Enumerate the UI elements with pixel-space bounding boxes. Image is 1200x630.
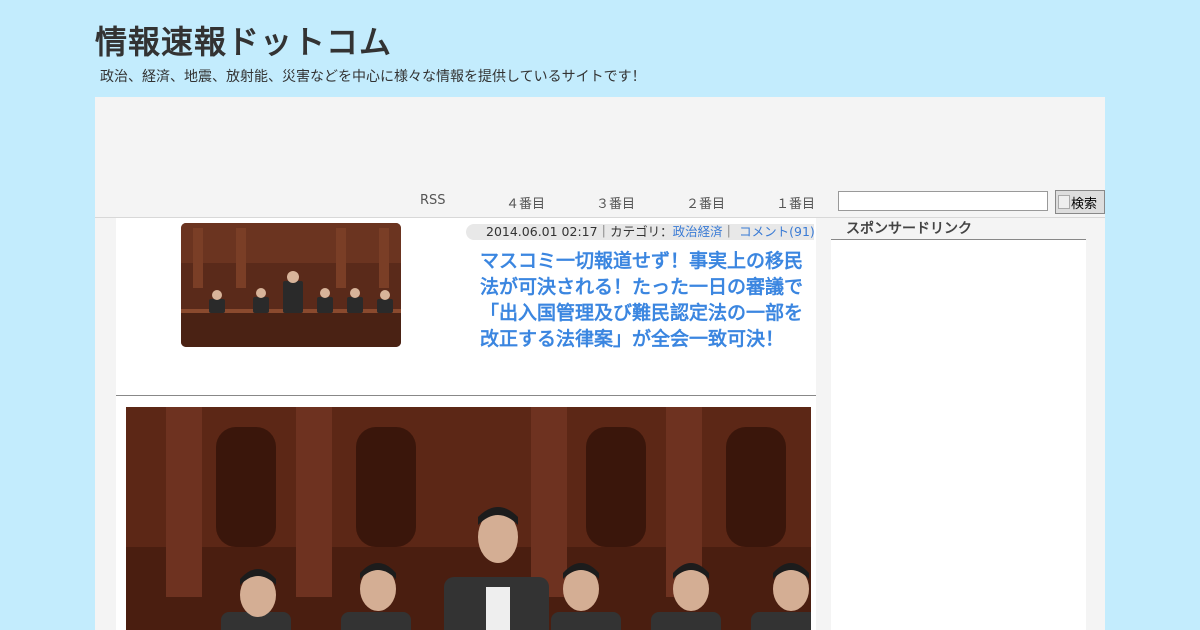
parliament-thumbnail-image bbox=[181, 223, 401, 347]
nav-item-1[interactable]: １番目 bbox=[776, 193, 815, 212]
nav-item-3[interactable]: ３番目 bbox=[596, 193, 635, 212]
site-description: 政治、経済、地震、放射能、災害などを中心に様々な情報を提供しているサイトです！ bbox=[100, 69, 646, 85]
sidebar: スポンサードリンク bbox=[831, 218, 1086, 630]
search-button-label: 検索 bbox=[1071, 196, 1098, 212]
nav-item-4[interactable]: ４番目 bbox=[506, 193, 545, 212]
sidebar-heading: スポンサードリンク bbox=[831, 218, 1086, 240]
main-column: 2014.06.01 02:17｜カテゴリ：政治経済｜ コメント(91) マスコ… bbox=[116, 218, 816, 630]
meta-separator: ｜ bbox=[597, 224, 611, 239]
site-title[interactable]: 情報速報ドットコム bbox=[95, 22, 392, 62]
article-meta: 2014.06.01 02:17｜カテゴリ：政治経済｜ コメント(91) bbox=[466, 224, 815, 240]
nav-item-rss[interactable]: RSS bbox=[420, 193, 446, 208]
divider bbox=[116, 395, 816, 396]
article-date: 2014.06.01 02:17 bbox=[486, 224, 598, 239]
parliament-hero-image bbox=[126, 407, 811, 630]
search-button[interactable]: 検索 bbox=[1055, 190, 1105, 214]
category-label: カテゴリ： bbox=[610, 224, 673, 239]
nav-item-2[interactable]: ２番目 bbox=[686, 193, 725, 212]
article-title[interactable]: マスコミ一切報道せず！事実上の移民法が可決される！たった一日の審議で「出入国管理… bbox=[480, 248, 810, 352]
comments-link[interactable]: コメント(91) bbox=[739, 224, 815, 239]
category-link[interactable]: 政治経済 bbox=[673, 224, 723, 239]
broken-image-icon bbox=[1058, 195, 1070, 209]
article-hero-image bbox=[126, 407, 811, 630]
meta-separator-2: ｜ bbox=[722, 224, 740, 239]
article-thumbnail[interactable] bbox=[181, 223, 401, 347]
page: 情報速報ドットコム 政治、経済、地震、放射能、災害などを中心に様々な情報を提供し… bbox=[0, 0, 1200, 630]
search-input[interactable] bbox=[838, 191, 1048, 211]
content-container: RSS ４番目 ３番目 ２番目 １番目 検索 2014.06.01 02:17｜… bbox=[95, 97, 1105, 630]
ad-banner bbox=[95, 97, 1105, 185]
